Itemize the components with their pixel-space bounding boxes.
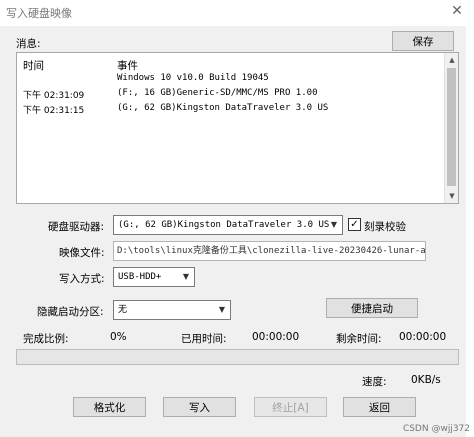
log-event: (G:, 62 GB)Kingston DataTraveler 3.0 US — [117, 103, 329, 113]
write-mode-label: 写入方式: — [59, 273, 105, 285]
log-event: Windows 10 v10.0 Build 19045 — [117, 73, 269, 83]
window-edge — [466, 0, 474, 437]
drive-select[interactable]: (G:, 62 GB)Kingston DataTraveler 3.0 US … — [113, 215, 343, 235]
messages-label: 消息: — [16, 38, 41, 50]
watermark: CSDN @wjj372 — [402, 424, 470, 434]
hidden-partition-label: 隐藏启动分区: — [37, 306, 104, 318]
drive-select-value: (G:, 62 GB)Kingston DataTraveler 3.0 US — [118, 220, 330, 230]
drive-label: 硬盘驱动器: — [48, 221, 105, 233]
elapsed-value: 00:00:00 — [252, 331, 300, 343]
log-scrollbar[interactable]: ▲ ▼ — [444, 53, 458, 203]
elapsed-label: 已用时间: — [181, 333, 227, 345]
quick-boot-button[interactable]: 便捷启动 — [326, 298, 418, 318]
progress-bar — [16, 349, 459, 365]
scroll-down-icon[interactable]: ▼ — [445, 189, 458, 203]
scroll-up-icon[interactable]: ▲ — [445, 53, 458, 67]
close-icon[interactable]: ✕ — [448, 2, 466, 20]
hidden-partition-select[interactable]: 无 ▼ — [113, 300, 231, 320]
abort-button[interactable]: 终止[A] — [254, 397, 327, 417]
write-mode-value: USB-HDD+ — [118, 272, 162, 282]
chevron-down-icon: ▼ — [182, 272, 190, 281]
remaining-value: 00:00:00 — [399, 331, 447, 343]
verify-checkbox[interactable]: ✓ — [348, 218, 361, 231]
image-file-label: 映像文件: — [59, 247, 105, 259]
log-time: 下午 02:31:09 — [23, 91, 85, 101]
message-log[interactable]: 时间 事件 Windows 10 v10.0 Build 19045 下午 02… — [16, 52, 459, 204]
remaining-label: 剩余时间: — [336, 333, 382, 345]
image-file-value: D:\tools\linux克隆备份工具\clonezilla-live-202… — [117, 246, 426, 256]
format-button[interactable]: 格式化 — [73, 397, 146, 417]
complete-value: 0% — [110, 331, 127, 343]
scroll-thumb[interactable] — [447, 68, 456, 186]
image-file-field[interactable]: D:\tools\linux克隆备份工具\clonezilla-live-202… — [113, 241, 426, 261]
log-time: 下午 02:31:15 — [23, 106, 85, 116]
hidden-partition-value: 无 — [118, 305, 128, 315]
write-button[interactable]: 写入 — [163, 397, 236, 417]
chevron-down-icon: ▼ — [218, 305, 226, 314]
column-header-time: 时间 — [23, 60, 44, 72]
complete-label: 完成比例: — [23, 333, 69, 345]
chevron-down-icon: ▼ — [330, 220, 338, 229]
write-mode-select[interactable]: USB-HDD+ ▼ — [113, 267, 195, 287]
column-header-event: 事件 — [117, 60, 138, 72]
back-button[interactable]: 返回 — [343, 397, 416, 417]
save-button[interactable]: 保存 — [392, 31, 454, 51]
verify-label: 刻录校验 — [364, 221, 406, 233]
speed-label: 速度: — [362, 376, 387, 388]
speed-value: 0KB/s — [411, 374, 441, 386]
window-title: 写入硬盘映像 — [6, 7, 72, 20]
title-bar: 写入硬盘映像 ✕ — [0, 0, 474, 26]
log-event: (F:, 16 GB)Generic-SD/MMC/MS PRO 1.00 — [117, 88, 318, 98]
